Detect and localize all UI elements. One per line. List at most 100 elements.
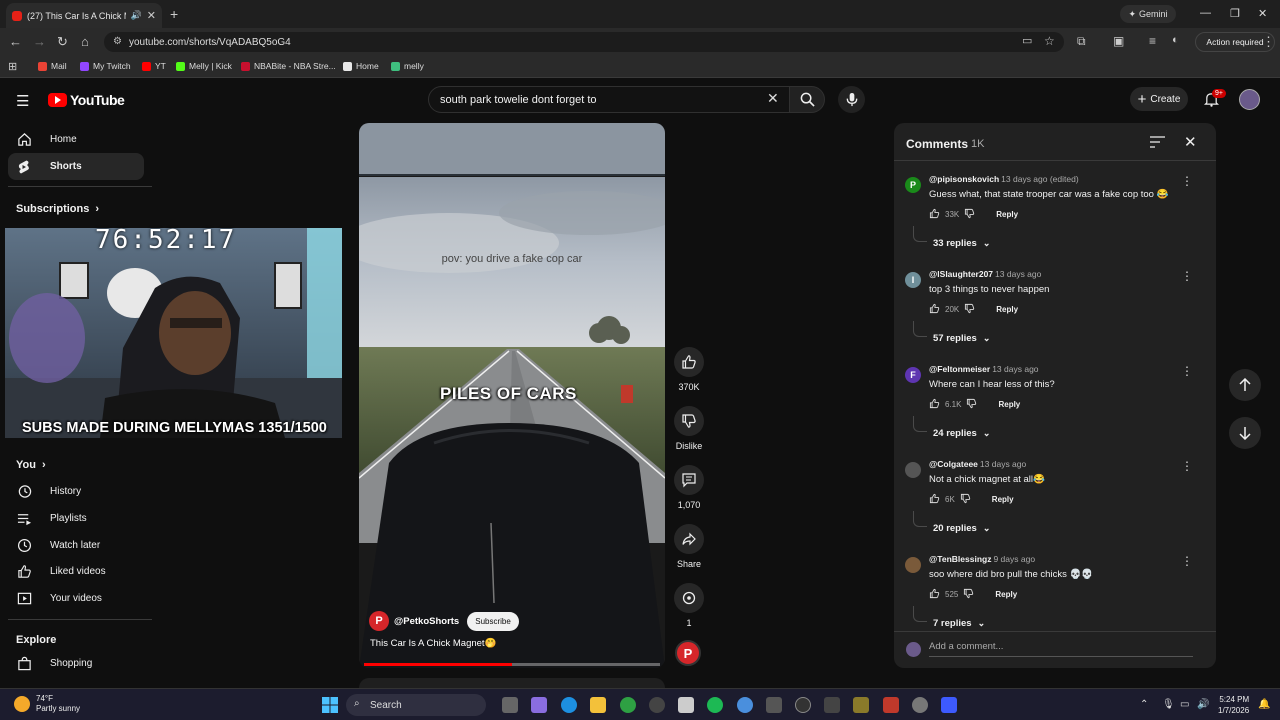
voice-search-button[interactable] <box>838 86 865 113</box>
bookmark-item[interactable]: Melly | Kick <box>176 61 232 71</box>
comment-reply-button[interactable]: Reply <box>996 305 1018 314</box>
comment-author[interactable]: @Colgateee <box>929 459 978 469</box>
copilot-icon[interactable] <box>531 697 547 713</box>
edge-icon[interactable] <box>561 697 577 713</box>
menu-icon[interactable]: ☰ <box>16 92 29 110</box>
browser-menu-icon[interactable]: ⋮ <box>1262 34 1275 50</box>
browser-tab[interactable]: (27) This Car Is A Chick Mag... 🔊 ✕ <box>6 3 162 28</box>
search-button[interactable] <box>789 86 825 113</box>
audio-icon[interactable]: 🔊 <box>131 10 142 21</box>
sidebar-item-your-videos[interactable]: Your videos <box>8 585 144 612</box>
settings-icon[interactable] <box>912 697 928 713</box>
minimize-icon[interactable]: — <box>1200 7 1211 19</box>
video-title[interactable]: This Car Is A Chick Magnet🤭 <box>370 638 496 649</box>
volume-icon[interactable]: 🔊 <box>1197 699 1209 710</box>
subscribe-button[interactable]: Subscribe <box>467 611 519 631</box>
comment-more-icon[interactable]: ⋮ <box>1181 554 1193 568</box>
app-icon[interactable] <box>883 697 899 713</box>
bookmark-item[interactable]: YT <box>142 61 166 71</box>
video-progress-bar[interactable] <box>364 663 660 666</box>
obs-icon[interactable] <box>649 697 665 713</box>
view-replies-button[interactable]: 7 replies ⌄ <box>933 618 985 629</box>
apps-grid-icon[interactable]: ⊞ <box>8 60 17 73</box>
home-browser-icon[interactable]: ⌂ <box>81 34 89 49</box>
microphone-tray-icon[interactable]: 🎙 <box>1162 699 1175 710</box>
site-info-icon[interactable]: ⚙ <box>113 36 122 47</box>
comment-dislike-icon[interactable] <box>963 588 974 601</box>
comment-reply-button[interactable]: Reply <box>998 400 1020 409</box>
restore-icon[interactable]: ❐ <box>1230 7 1240 20</box>
comment-reply-button[interactable]: Reply <box>995 590 1017 599</box>
comment-author[interactable]: @Feltonmeiser <box>929 364 990 374</box>
youtube-logo[interactable]: YouTube <box>48 92 125 108</box>
comment-more-icon[interactable]: ⋮ <box>1181 174 1193 188</box>
share-button[interactable]: Share <box>672 524 706 569</box>
dislike-button[interactable]: Dislike <box>672 406 706 451</box>
view-replies-button[interactable]: 33 replies ⌄ <box>933 238 990 249</box>
create-button[interactable]: + Create <box>1130 87 1188 111</box>
comment-more-icon[interactable]: ⋮ <box>1181 459 1193 473</box>
comment-avatar[interactable]: I <box>905 272 921 288</box>
comment-like-icon[interactable] <box>929 303 940 316</box>
comment-dislike-icon[interactable] <box>964 208 975 221</box>
media-icon[interactable]: ≡ <box>1149 34 1156 48</box>
comment-like-icon[interactable] <box>929 588 940 601</box>
bookmark-item[interactable]: Mail <box>38 61 67 71</box>
network-icon[interactable]: ▭ <box>1180 699 1189 710</box>
clear-search-icon[interactable]: ✕ <box>767 90 779 107</box>
channel-name[interactable]: @PetkoShorts <box>394 616 459 627</box>
back-icon[interactable]: ← <box>9 34 22 49</box>
comment-avatar[interactable]: F <box>905 367 921 383</box>
store-icon[interactable] <box>678 697 694 713</box>
reload-icon[interactable]: ↻ <box>57 34 68 50</box>
comment-avatar[interactable] <box>905 557 921 573</box>
app-icon[interactable] <box>824 697 840 713</box>
subscriptions-heading[interactable]: Subscriptions › <box>16 203 99 215</box>
chrome-icon[interactable] <box>737 697 753 713</box>
task-view-icon[interactable] <box>502 697 518 713</box>
start-button[interactable] <box>322 697 338 718</box>
comment-author[interactable]: @lSlaughter207 <box>929 269 993 279</box>
search-input[interactable]: south park towelie dont forget to <box>428 86 790 113</box>
new-tab-button[interactable]: + <box>170 6 178 22</box>
view-replies-button[interactable]: 20 replies ⌄ <box>933 523 990 534</box>
bookmark-item[interactable]: Home <box>343 61 379 71</box>
app-icon[interactable] <box>766 697 782 713</box>
profile-icon[interactable]: ◐ <box>1172 34 1179 46</box>
bookmark-star-icon[interactable]: ☆ <box>1044 34 1055 48</box>
sidebar-item-history[interactable]: History <box>8 478 144 505</box>
like-button[interactable]: 370K <box>672 347 706 392</box>
sidebar-item-liked-videos[interactable]: Liked videos <box>8 558 144 585</box>
gemini-button[interactable]: ✦ Gemini <box>1120 5 1176 23</box>
close-tab-icon[interactable]: ✕ <box>147 9 156 22</box>
taskbar-search[interactable]: ⌕ Search <box>346 694 486 716</box>
close-window-icon[interactable]: ✕ <box>1258 7 1267 20</box>
spotify-icon[interactable] <box>707 697 723 713</box>
comment-dislike-icon[interactable] <box>960 493 971 506</box>
weather-widget[interactable]: 74°F Partly sunny <box>14 694 80 714</box>
sidebar-item-home[interactable]: Home <box>8 126 144 153</box>
sidebar-item-playlists[interactable]: Playlists <box>8 505 144 532</box>
bookmark-item[interactable]: melly <box>391 61 424 71</box>
xbox-icon[interactable] <box>620 697 636 713</box>
sort-icon[interactable] <box>1150 135 1165 153</box>
comment-avatar[interactable] <box>905 462 921 478</box>
comment-reply-button[interactable]: Reply <box>992 495 1014 504</box>
sidebar-item-shorts[interactable]: Shorts <box>8 153 144 180</box>
comment-author[interactable]: @TenBlessingz <box>929 554 991 564</box>
cast-icon[interactable]: ▭ <box>1022 34 1032 47</box>
next-short-button[interactable] <box>1229 417 1261 449</box>
account-avatar[interactable] <box>1239 89 1260 110</box>
bookmark-item[interactable]: NBABite - NBA Stre... <box>241 61 336 71</box>
comment-dislike-icon[interactable] <box>966 398 977 411</box>
app-icon[interactable] <box>941 697 957 713</box>
media-player-icon[interactable] <box>795 697 811 713</box>
bookmark-item[interactable]: My Twitch <box>80 61 131 71</box>
url-field[interactable]: ⚙ youtube.com/shorts/VqADABQ5oG4 <box>104 32 1064 52</box>
comment-author[interactable]: @pipisonskovich <box>929 174 999 184</box>
reading-list-icon[interactable]: ▣ <box>1113 34 1124 48</box>
file-explorer-icon[interactable] <box>590 697 606 713</box>
extensions-icon[interactable]: ⧉ <box>1077 34 1086 49</box>
comment-like-icon[interactable] <box>929 493 940 506</box>
forward-icon[interactable]: → <box>33 34 46 49</box>
